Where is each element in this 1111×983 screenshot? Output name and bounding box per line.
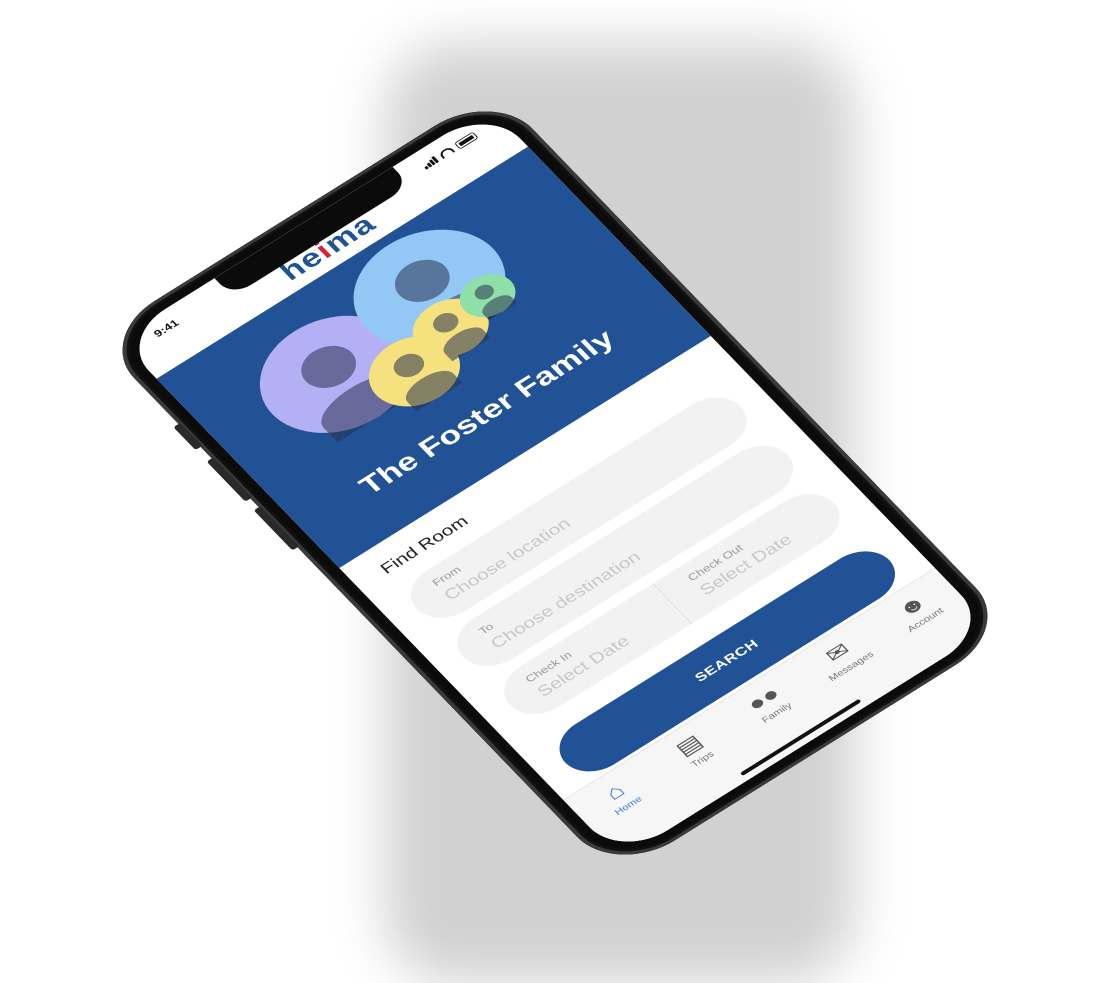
phone: 9:41 heima The Foster Family Find Room F… <box>95 88 1015 878</box>
signal-icon <box>421 155 440 170</box>
device-mockup: 9:41 heima The Foster Family Find Room F… <box>0 0 1111 983</box>
home-icon: ⌂ <box>599 778 630 805</box>
wifi-icon <box>437 145 456 160</box>
